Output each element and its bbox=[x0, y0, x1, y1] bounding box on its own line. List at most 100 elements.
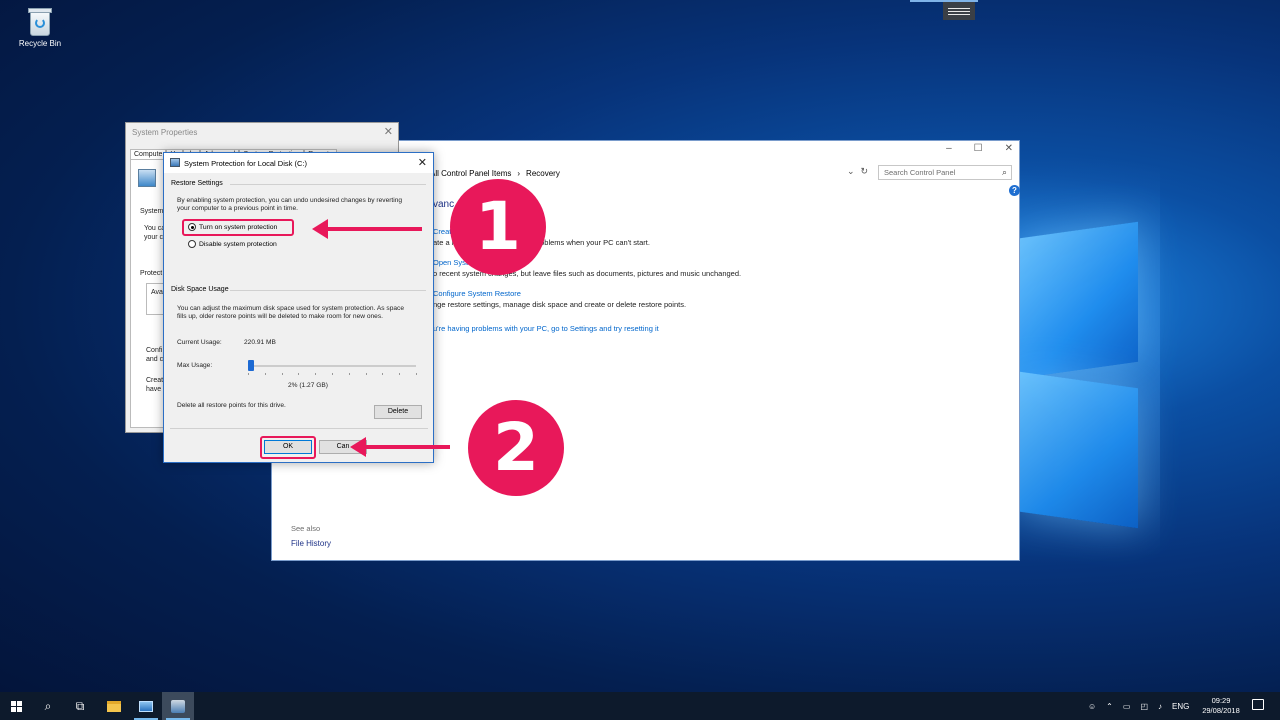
maximize-icon[interactable]: ☐ bbox=[974, 143, 983, 154]
text-fragment: have bbox=[146, 386, 162, 393]
slider-tick bbox=[399, 373, 401, 375]
text-fragment: your c bbox=[144, 234, 164, 241]
chevron-up-icon[interactable]: ⌃ bbox=[1106, 702, 1113, 711]
recycle-bin-label: Recycle Bin bbox=[18, 39, 62, 48]
recycle-bin-icon bbox=[27, 6, 53, 36]
battery-icon[interactable]: ▭ bbox=[1123, 702, 1131, 711]
taskbar: ⌕ ⧉ ☺ ⌃ ▭ ◰ ♪ ENG 09:29 29/08/2018 bbox=[0, 692, 1280, 720]
text-fragment: Ava bbox=[151, 289, 163, 296]
text-fragment: System bbox=[140, 208, 164, 215]
start-button[interactable] bbox=[0, 692, 32, 720]
address-buttons: ⌄ ↻ bbox=[847, 166, 868, 177]
file-history-link[interactable]: File History bbox=[291, 539, 331, 548]
text-fragment: Protect bbox=[140, 270, 163, 277]
text-fragment: Confi bbox=[146, 347, 163, 354]
clock-time: 09:29 bbox=[1211, 696, 1231, 705]
system-protection-dialog: System Protection for Local Disk (C:) ✕ … bbox=[163, 152, 434, 463]
slider-tick bbox=[382, 373, 384, 375]
slider-tick bbox=[365, 373, 367, 375]
max-usage-slider[interactable] bbox=[248, 365, 416, 367]
highlight-box-step2 bbox=[260, 436, 316, 459]
chevron-down-icon[interactable]: ⌄ bbox=[847, 166, 855, 177]
breadcrumb[interactable]: All Control Panel Items › Recovery bbox=[430, 166, 870, 180]
close-icon[interactable]: ✕ bbox=[418, 156, 427, 169]
dialog-title: System Protection for Local Disk (C:) bbox=[184, 159, 307, 168]
radio-unselected-icon bbox=[188, 240, 196, 248]
slider-tick bbox=[348, 373, 350, 375]
network-icon[interactable]: ◰ bbox=[1140, 702, 1148, 711]
dialog-separator bbox=[170, 428, 428, 429]
slider-tick bbox=[248, 373, 249, 375]
current-usage-label: Current Usage: bbox=[177, 339, 222, 346]
volume-icon[interactable]: ♪ bbox=[1158, 702, 1162, 711]
close-icon[interactable]: ✕ bbox=[1005, 143, 1013, 154]
slider-thumb[interactable] bbox=[248, 360, 255, 371]
control-panel-icon bbox=[139, 700, 153, 712]
hamburger-menu-icon[interactable] bbox=[943, 2, 975, 20]
search-placeholder: Search Control Panel bbox=[884, 168, 956, 177]
system-properties-icon bbox=[171, 699, 185, 713]
current-usage-value: 220.91 MB bbox=[244, 339, 276, 346]
minimize-icon[interactable]: – bbox=[946, 143, 952, 154]
max-usage-label: Max Usage: bbox=[177, 362, 213, 369]
breadcrumb-item[interactable]: Recovery bbox=[526, 169, 560, 178]
tab-computer-name[interactable]: Compute bbox=[130, 149, 167, 159]
people-icon[interactable]: ☺ bbox=[1088, 702, 1096, 711]
slider-tick bbox=[281, 373, 283, 375]
system-tray: ☺ ⌃ ▭ ◰ ♪ ENG bbox=[1088, 692, 1189, 720]
system-protection-icon bbox=[138, 169, 156, 187]
radio-disable-protection[interactable]: Disable system protection bbox=[188, 240, 277, 248]
slider-tick bbox=[416, 373, 417, 375]
close-icon[interactable]: ✕ bbox=[384, 125, 393, 138]
configure-system-restore-link[interactable]: Configure System Restore bbox=[433, 289, 521, 298]
language-indicator[interactable]: ENG bbox=[1172, 702, 1189, 711]
control-panel-taskbar-button[interactable] bbox=[130, 692, 162, 720]
radio-label: Disable system protection bbox=[199, 240, 277, 248]
slider-tick bbox=[298, 373, 300, 375]
text-fragment: and c bbox=[146, 356, 164, 363]
restore-settings-text: By enabling system protection, you can u… bbox=[177, 197, 403, 212]
disk-space-text: You can adjust the maximum disk space us… bbox=[177, 305, 404, 320]
windows-start-icon bbox=[10, 700, 22, 712]
clock-date: 29/08/2018 bbox=[1202, 706, 1240, 715]
system-properties-taskbar-button[interactable] bbox=[162, 692, 194, 720]
search-icon[interactable]: ⌕ bbox=[1002, 167, 1007, 178]
delete-restore-points-text: Delete all restore points for this drive… bbox=[177, 402, 286, 409]
search-icon[interactable]: ⌕ bbox=[32, 692, 64, 720]
restore-settings-label: Restore Settings bbox=[171, 180, 223, 187]
disk-space-usage-label: Disk Space Usage bbox=[171, 286, 229, 293]
disk-icon bbox=[170, 158, 180, 167]
group-divider bbox=[230, 290, 426, 291]
group-divider bbox=[230, 184, 426, 185]
see-also-label: See also bbox=[291, 524, 321, 533]
step-badge-2: 2 bbox=[468, 400, 564, 496]
slider-tick bbox=[264, 373, 266, 375]
slider-tick bbox=[332, 373, 333, 375]
search-input[interactable]: Search Control Panel ⌕ bbox=[878, 165, 1012, 180]
text-fragment: Creat bbox=[146, 377, 164, 384]
highlight-box-step1 bbox=[182, 219, 294, 236]
delete-button[interactable]: Delete bbox=[374, 405, 422, 419]
refresh-icon[interactable]: ↻ bbox=[861, 166, 869, 177]
annotation-arrow-2 bbox=[350, 437, 450, 457]
annotation-arrow-1 bbox=[312, 219, 422, 239]
text-fragment: You ca bbox=[144, 225, 166, 232]
page-heading: vanc bbox=[433, 199, 455, 210]
breadcrumb-item[interactable]: All Control Panel Items bbox=[430, 169, 511, 178]
folder-icon bbox=[107, 700, 121, 712]
help-icon[interactable]: ? bbox=[1009, 185, 1020, 196]
window-title: System Properties bbox=[132, 128, 198, 137]
reset-pc-link[interactable]: u're having problems with your PC, go to… bbox=[433, 324, 659, 333]
task-view-icon[interactable]: ⧉ bbox=[64, 692, 96, 720]
max-usage-value: 2% (1.27 GB) bbox=[288, 382, 328, 389]
slider-tick bbox=[315, 373, 317, 375]
configure-system-restore-desc: nge restore settings, manage disk space … bbox=[433, 300, 687, 309]
file-explorer-taskbar-button[interactable] bbox=[98, 692, 130, 720]
clock[interactable]: 09:29 29/08/2018 bbox=[1196, 696, 1246, 716]
windows-logo-wallpaper bbox=[1020, 170, 1280, 530]
desktop-icon-recycle-bin[interactable]: Recycle Bin bbox=[14, 4, 66, 48]
breadcrumb-separator: › bbox=[517, 168, 521, 178]
window-controls: – ☐ ✕ bbox=[946, 143, 1013, 154]
action-center-icon[interactable] bbox=[1252, 699, 1264, 710]
step-badge-1: 1 bbox=[450, 179, 546, 275]
